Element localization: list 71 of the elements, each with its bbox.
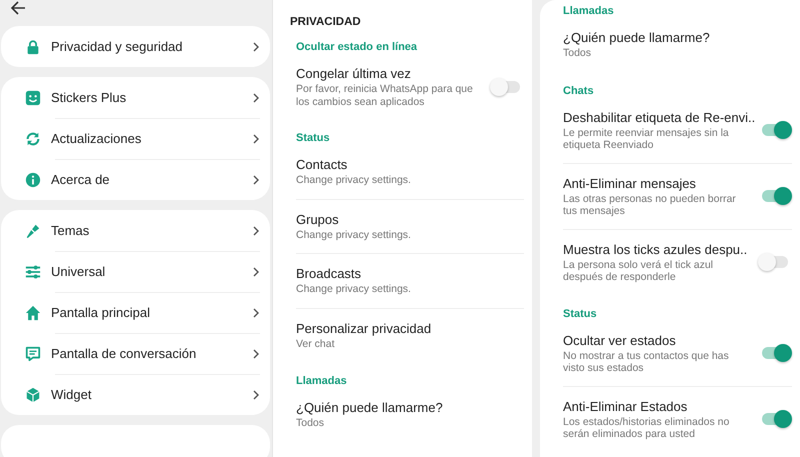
setting-description: Por favor, reinicia WhatsApp para que los cambios sean aplicados	[296, 83, 474, 108]
chevron-icon	[252, 226, 260, 236]
setting-title: Contacts	[296, 156, 348, 174]
setting-description: Ver chat	[296, 338, 336, 350]
chat-icon	[25, 346, 41, 362]
section-heading: Chats	[563, 84, 595, 98]
settings-row[interactable]: Muestra los ticks azules despu.. La persona solo verá el tick azul después de responderle	[563, 230, 792, 294]
menu-item[interactable]: Stickers Plus	[1, 77, 270, 118]
section-heading: Ocultar estado en línea	[296, 40, 418, 54]
settings-row[interactable]: Grupos Change privacy settings.	[296, 200, 524, 254]
setting-title: Personalizar privacidad	[296, 320, 432, 338]
setting-description: Change privacy settings.	[296, 283, 412, 296]
menu-item[interactable]: Privacidad y seguridad	[1, 26, 270, 67]
section-heading: Status	[563, 306, 598, 320]
menu-item[interactable]: Pantalla principal	[1, 292, 270, 333]
setting-description: Le permite reenviar mensajes sin la etiqueta Reenviado	[563, 126, 730, 152]
chevron-icon	[252, 348, 260, 358]
setting-title: Broadcasts	[296, 265, 362, 283]
setting-description: Las otras personas no pueden borrar tus mensajes	[563, 192, 737, 218]
info-icon	[25, 172, 41, 188]
setting-title: Congelar última vez	[296, 65, 412, 83]
chevron-icon	[252, 308, 260, 318]
setting-title: ¿Quién puede llamarme?	[296, 399, 444, 417]
panel-title: PRIVACIDAD	[290, 16, 361, 28]
brush-icon	[25, 222, 41, 238]
setting-title: Anti-Eliminar mensajes	[563, 174, 697, 192]
settings-row[interactable]: ¿Quién puede llamarme? Todos	[563, 18, 792, 72]
section-heading: Llamadas	[563, 4, 615, 18]
settings-row[interactable]: Personalizar privacidad Ver chat	[296, 308, 524, 362]
chevron-icon	[252, 134, 260, 144]
refresh-icon	[25, 130, 41, 146]
cube-icon	[25, 386, 41, 402]
section-heading: Status	[296, 131, 331, 145]
settings-row[interactable]: ¿Quién puede llamarme? Todos	[296, 388, 524, 442]
menu-item[interactable]: Widget	[1, 374, 270, 415]
chevron-icon	[252, 390, 260, 400]
chevron-icon	[252, 42, 260, 52]
settings-row[interactable]: Deshabilitar etiqueta de Re-envi.. Le permite reenviar mensajes sin la etiqueta Reenviado	[563, 98, 792, 164]
setting-description: Change privacy settings.	[296, 174, 412, 186]
settings-row[interactable]: Contacts Change privacy settings.	[296, 145, 524, 200]
settings-row[interactable]: Broadcasts Change privacy settings.	[296, 254, 524, 308]
setting-description: Los estados/historias eliminados no serán eliminados para usted	[563, 416, 730, 440]
setting-title: Anti-Eliminar Estados	[563, 398, 688, 416]
settings-row[interactable]: Anti-Eliminar mensajes Las otras personas no pueden borrar tus mensajes	[563, 164, 792, 230]
settings-row[interactable]: Anti-Eliminar Estados Los estados/historias eliminados no serán eliminados para usted	[563, 386, 792, 452]
setting-description: La persona solo verá el tick azul después de responderle	[563, 258, 714, 284]
setting-title: Ocultar ver estados	[563, 332, 677, 350]
setting-title: ¿Quién puede llamarme?	[563, 29, 711, 47]
setting-description: No mostrar a tus contactos que has visto sus estados	[563, 350, 730, 374]
back-arrow-icon[interactable]	[10, 0, 26, 16]
sliders-icon	[25, 264, 41, 280]
smiley-icon	[25, 90, 41, 106]
setting-description: Todos	[296, 417, 326, 430]
lock-icon	[25, 38, 41, 54]
setting-title: Deshabilitar etiqueta de Re-envi..	[563, 108, 752, 126]
setting-description: Change privacy settings.	[296, 228, 412, 241]
menu-item[interactable]: Temas	[1, 210, 270, 251]
settings-row[interactable]: Congelar última vez Por favor, reinicia WhatsApp para que los cambios sean aplicados	[296, 54, 524, 119]
menu-item[interactable]: Actualizaciones	[1, 118, 270, 159]
menu-item[interactable]: Pantalla de conversación	[1, 333, 270, 374]
chevron-icon	[252, 174, 260, 184]
section-heading: Llamadas	[296, 374, 348, 388]
menu-item[interactable]: Acerca de	[1, 159, 270, 200]
chevron-icon	[252, 266, 260, 276]
house-icon	[25, 304, 41, 320]
chevron-icon	[252, 92, 260, 102]
setting-title: Muestra los ticks azules despu..	[563, 240, 748, 258]
setting-description: Todos	[563, 47, 592, 60]
menu-item[interactable]: Universal	[1, 251, 270, 292]
settings-row[interactable]: Ocultar ver estados No mostrar a tus contactos que has visto sus estados	[563, 320, 792, 386]
setting-title: Grupos	[296, 210, 340, 228]
